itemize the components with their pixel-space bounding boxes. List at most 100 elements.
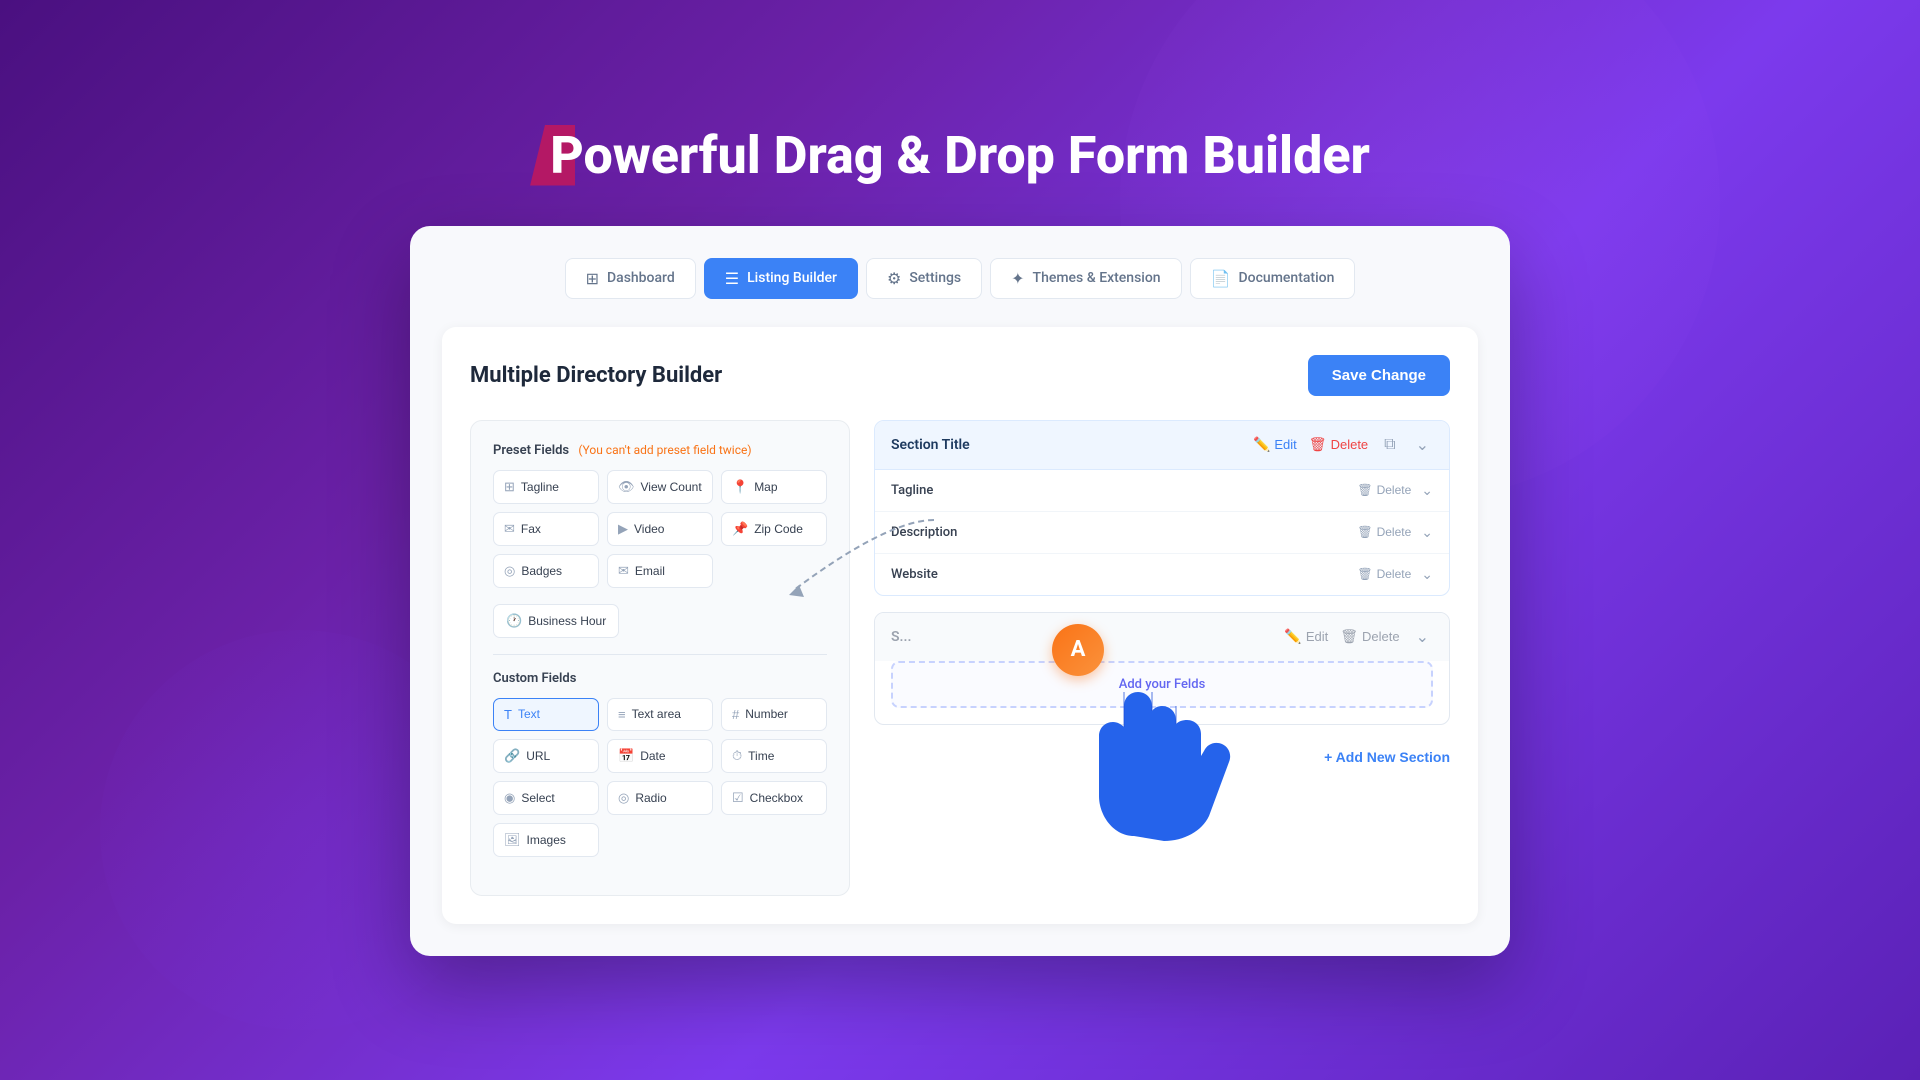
preset-field-email[interactable]: ✉ Email (607, 554, 713, 588)
custom-fields-title: Custom Fields (493, 671, 827, 686)
field-description-label: Description (891, 525, 957, 540)
time-icon: ⏱ (732, 748, 742, 764)
section-1-collapse-button[interactable]: ⌄ (1412, 433, 1433, 457)
section-1-body: Tagline 🗑 Delete ⌄ Desc (875, 470, 1449, 595)
add-fields-area: Add your Felds (891, 661, 1433, 708)
tab-settings[interactable]: ⚙ Settings (866, 258, 982, 299)
preset-field-map[interactable]: 📍 Map (721, 470, 827, 504)
custom-fields-section: Custom Fields T Text ≡ Text area (493, 671, 827, 857)
table-row: Description 🗑 Delete ⌄ (875, 512, 1449, 554)
fax-icon: ✉ (504, 521, 515, 537)
section-2-edit-button[interactable]: ✏️ Edit (1284, 628, 1328, 645)
right-panel: Section Title ✏️ Edit 🗑 Delete (874, 420, 1450, 896)
custom-fields-grid: T Text ≡ Text area # Number (493, 698, 827, 857)
preset-field-zip-code[interactable]: 📌 Zip Code (721, 512, 827, 546)
preset-note: (You can't add preset field twice) (578, 443, 751, 457)
field-website-label: Website (891, 567, 938, 582)
number-icon: # (732, 707, 739, 722)
section-1-header: Section Title ✏️ Edit 🗑 Delete (875, 421, 1449, 470)
field-tagline-delete-button[interactable]: 🗑 Delete (1357, 483, 1411, 497)
custom-field-checkbox[interactable]: ☑ Checkbox (721, 781, 827, 815)
section-2-collapse-button[interactable]: ⌄ (1412, 625, 1433, 649)
section-2-delete-button[interactable]: 🗑 Delete (1340, 628, 1399, 645)
field-description-delete-button[interactable]: 🗑 Delete (1357, 525, 1411, 539)
custom-field-radio[interactable]: ◎ Radio (607, 781, 713, 815)
zip-code-icon: 📌 (732, 521, 748, 537)
trash-small-icon: 🗑 (1357, 525, 1372, 539)
section-1-edit-button[interactable]: ✏️ Edit (1253, 436, 1297, 453)
section-1-actions: ✏️ Edit 🗑 Delete ⧉ ⌄ (1253, 433, 1433, 457)
custom-field-images[interactable]: 🖼 Images (493, 823, 599, 857)
section-1-copy-button[interactable]: ⧉ (1380, 434, 1399, 456)
hero-section: Powerful Drag & Drop Form Builder (410, 125, 1510, 186)
video-icon: ▶ (618, 521, 628, 537)
field-tagline-collapse-button[interactable]: ⌄ (1421, 482, 1433, 499)
edit-icon: ✏️ (1284, 628, 1301, 645)
custom-field-date[interactable]: 📅 Date (607, 739, 713, 773)
field-row-actions: 🗑 Delete ⌄ (1357, 482, 1433, 499)
select-icon: ◉ (504, 790, 515, 806)
url-icon: 🔗 (504, 748, 520, 764)
custom-field-number[interactable]: # Number (721, 698, 827, 731)
preset-field-tagline[interactable]: ⊞ Tagline (493, 470, 599, 504)
field-tagline-label: Tagline (891, 483, 933, 498)
save-change-button[interactable]: Save Change (1308, 355, 1450, 396)
preset-field-video[interactable]: ▶ Video (607, 512, 713, 546)
field-website-collapse-button[interactable]: ⌄ (1421, 566, 1433, 583)
preset-field-view-count[interactable]: 👁 View Count (607, 470, 713, 504)
view-count-icon: 👁 (618, 479, 635, 495)
custom-field-time[interactable]: ⏱ Time (721, 739, 827, 773)
email-icon: ✉ (618, 563, 629, 579)
section-2-header: S... ✏️ Edit 🗑 Delete ⌄ (875, 613, 1449, 661)
trash-icon: 🗑 (1340, 628, 1358, 645)
preset-field-badges[interactable]: ◎ Badges (493, 554, 599, 588)
badges-icon: ◎ (504, 563, 515, 579)
checkbox-icon: ☑ (732, 790, 744, 806)
left-panel: Preset Fields (You can't add preset fiel… (470, 420, 850, 896)
date-icon: 📅 (618, 748, 634, 764)
tab-documentation[interactable]: 📄 Documentation (1190, 258, 1356, 299)
tagline-icon: ⊞ (504, 479, 515, 495)
documentation-icon: 📄 (1211, 269, 1231, 288)
settings-icon: ⚙ (887, 269, 901, 288)
textarea-icon: ≡ (618, 707, 626, 722)
section-1-title: Section Title (891, 437, 970, 453)
custom-field-url[interactable]: 🔗 URL (493, 739, 599, 773)
field-row-actions: 🗑 Delete ⌄ (1357, 524, 1433, 541)
business-hour-icon: 🕐 (506, 613, 522, 629)
tab-listing-builder[interactable]: ☰ Listing Builder (704, 258, 858, 299)
edit-icon: ✏️ (1253, 436, 1270, 453)
preset-fields-title: Preset Fields (You can't add preset fiel… (493, 443, 827, 458)
add-new-section-button[interactable]: + Add New Section (874, 741, 1450, 773)
app-window: ⊞ Dashboard ☰ Listing Builder ⚙ Settings… (410, 226, 1510, 956)
section-1-delete-button[interactable]: 🗑 Delete (1309, 436, 1368, 453)
preset-field-business-hour[interactable]: 🕐 Business Hour (493, 604, 619, 638)
field-description-collapse-button[interactable]: ⌄ (1421, 524, 1433, 541)
section-2-title: S... (891, 629, 911, 645)
builder-columns: Preset Fields (You can't add preset fiel… (470, 420, 1450, 896)
tab-themes-extension[interactable]: ✦ Themes & Extension (990, 258, 1181, 299)
radio-icon: ◎ (618, 790, 629, 806)
builder-area: Multiple Directory Builder Save Change P… (442, 327, 1478, 924)
dashboard-icon: ⊞ (586, 269, 599, 288)
preset-fields-grid: ⊞ Tagline 👁 View Count 📍 Map (493, 470, 827, 588)
nav-tabs: ⊞ Dashboard ☰ Listing Builder ⚙ Settings… (442, 258, 1478, 299)
images-icon: 🖼 (504, 832, 521, 848)
custom-field-textarea[interactable]: ≡ Text area (607, 698, 713, 731)
trash-small-icon: 🗑 (1357, 567, 1372, 581)
preset-field-fax[interactable]: ✉ Fax (493, 512, 599, 546)
field-row-actions: 🗑 Delete ⌄ (1357, 566, 1433, 583)
listing-builder-icon: ☰ (725, 269, 739, 288)
page-title: Powerful Drag & Drop Form Builder (550, 125, 1370, 186)
section-card-2: S... ✏️ Edit 🗑 Delete ⌄ (874, 612, 1450, 725)
custom-field-text[interactable]: T Text (493, 698, 599, 731)
tab-dashboard[interactable]: ⊞ Dashboard (565, 258, 696, 299)
trash-icon: 🗑 (1309, 436, 1327, 453)
avatar: A (1052, 624, 1104, 676)
builder-header: Multiple Directory Builder Save Change (470, 355, 1450, 396)
builder-title: Multiple Directory Builder (470, 363, 722, 388)
custom-field-select[interactable]: ◉ Select (493, 781, 599, 815)
preset-fields-section: Preset Fields (You can't add preset fiel… (493, 443, 827, 638)
divider (493, 654, 827, 655)
field-website-delete-button[interactable]: 🗑 Delete (1357, 567, 1411, 581)
